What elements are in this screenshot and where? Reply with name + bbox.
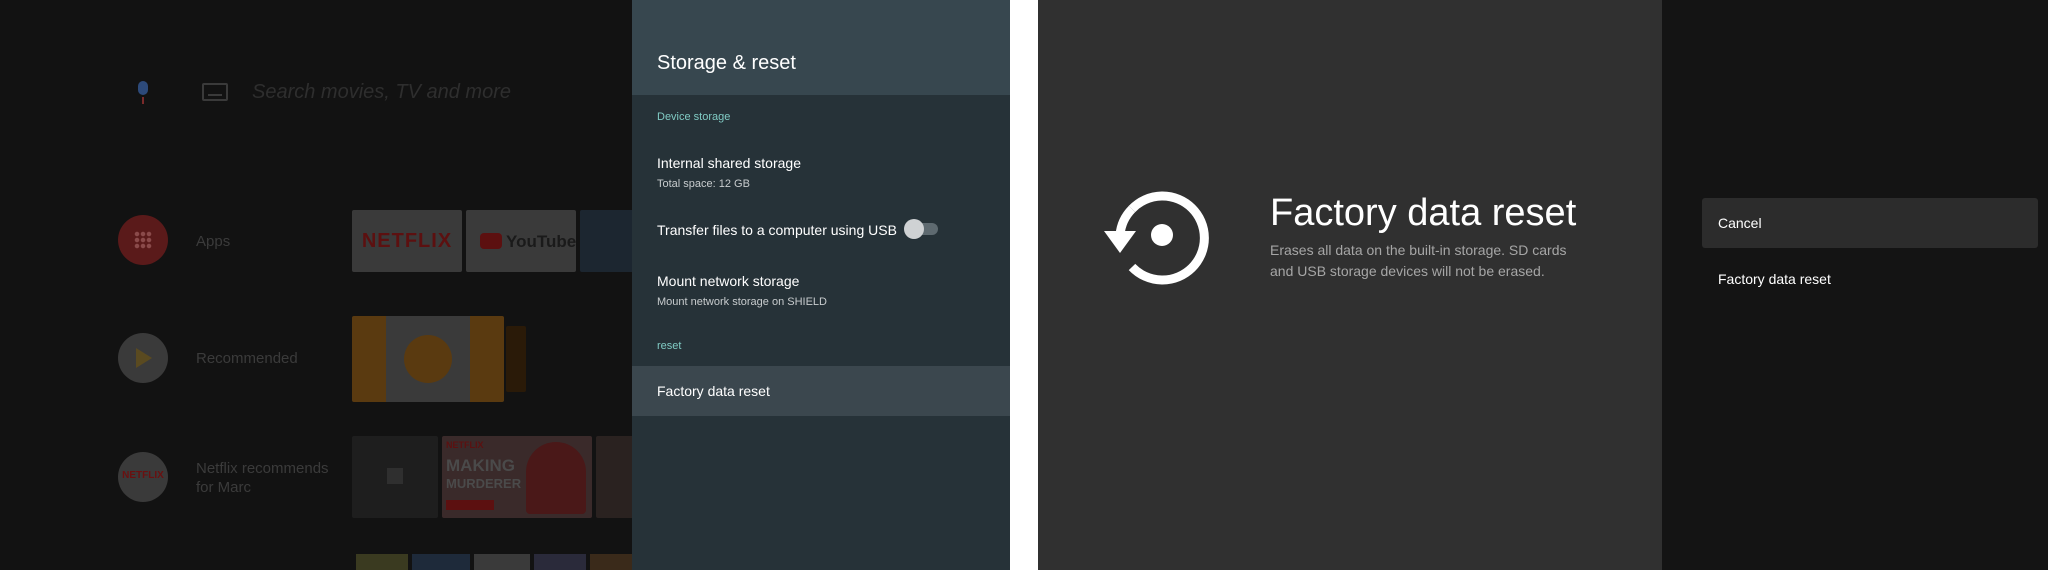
confirm-factory-reset-label: Factory data reset: [1718, 271, 1831, 287]
home-screen-dimmed: Search movies, TV and more Apps Recommen…: [0, 0, 632, 570]
bottom-row-tile[interactable]: [590, 554, 632, 570]
app-tile-partial[interactable]: [580, 210, 632, 272]
bottom-row-tile[interactable]: [412, 554, 470, 570]
storage-reset-panel: Storage & reset Device storage Internal …: [632, 0, 1010, 570]
factory-reset-dialog-screen: Factory data reset Erases all data on th…: [1038, 0, 2048, 570]
making-a-murderer-tile[interactable]: NETFLIX MAKING MURDERER: [442, 436, 592, 518]
netflix-tile-partial[interactable]: [596, 436, 632, 518]
bottom-row-tile[interactable]: [356, 554, 408, 570]
cancel-label: Cancel: [1718, 215, 1762, 231]
internal-storage-subtitle: Total space: 12 GB: [657, 178, 750, 190]
dialog-title: Factory data reset: [1270, 192, 1577, 234]
microphone-icon[interactable]: [130, 77, 156, 107]
netflix-icon-text: NETFLIX: [122, 470, 164, 481]
search-placeholder: Search movies, TV and more: [252, 80, 511, 103]
factory-reset-label: Factory data reset: [657, 383, 770, 399]
recommended-row-label: Recommended: [196, 350, 298, 367]
youtube-play-icon: [480, 233, 502, 249]
mount-network-subtitle: Mount network storage on SHIELD: [657, 296, 827, 308]
show-brand: NETFLIX: [446, 440, 484, 450]
panel-title: Storage & reset: [657, 52, 796, 74]
apps-row-label: Apps: [196, 233, 231, 250]
google-play-music-tile[interactable]: [352, 316, 504, 402]
section-reset: reset: [657, 340, 682, 352]
netflix-icon[interactable]: NETFLIX: [118, 452, 168, 502]
bottom-row-tile[interactable]: [474, 554, 530, 570]
restore-icon: [1104, 191, 1209, 285]
bottom-row-tile[interactable]: [534, 554, 586, 570]
show-artwork: [526, 442, 586, 514]
netflix-logo: NETFLIX: [361, 230, 453, 252]
keyboard-icon[interactable]: [202, 83, 228, 101]
recommended-tile-partial[interactable]: [506, 326, 526, 392]
play-music-icon: [404, 335, 452, 383]
usb-transfer-label: Transfer files to a computer using USB: [657, 222, 897, 238]
confirm-factory-reset-button[interactable]: Factory data reset: [1702, 256, 2038, 306]
search-bar[interactable]: Search movies, TV and more: [130, 72, 511, 112]
apps-grid-icon[interactable]: [118, 215, 168, 265]
internal-storage-title: Internal shared storage: [657, 155, 801, 171]
netflix-recommend-tile[interactable]: [352, 436, 438, 518]
google-play-icon[interactable]: [118, 333, 168, 383]
show-title-line2: MURDERER: [446, 476, 522, 491]
youtube-logo: YouTube: [506, 232, 576, 251]
factory-reset-item[interactable]: Factory data reset: [632, 366, 1010, 416]
cancel-button[interactable]: Cancel: [1702, 198, 2038, 248]
placeholder-icon: [387, 468, 403, 484]
mount-network-title: Mount network storage: [657, 273, 800, 289]
show-title-line1: MAKING: [446, 456, 515, 475]
toggle-knob[interactable]: [904, 219, 924, 239]
dialog-description: Erases all data on the built-in storage.…: [1270, 242, 1567, 279]
settings-screen: Search movies, TV and more Apps Recommen…: [0, 0, 1010, 570]
new-episodes-badge: [446, 500, 494, 510]
youtube-app-tile[interactable]: YouTube: [466, 210, 576, 272]
netflix-app-tile[interactable]: NETFLIX: [352, 210, 462, 272]
section-device-storage: Device storage: [657, 111, 731, 123]
panel-header: Storage & reset: [632, 0, 1010, 95]
netflix-row-label: Netflix recommends for Marc: [196, 460, 329, 496]
